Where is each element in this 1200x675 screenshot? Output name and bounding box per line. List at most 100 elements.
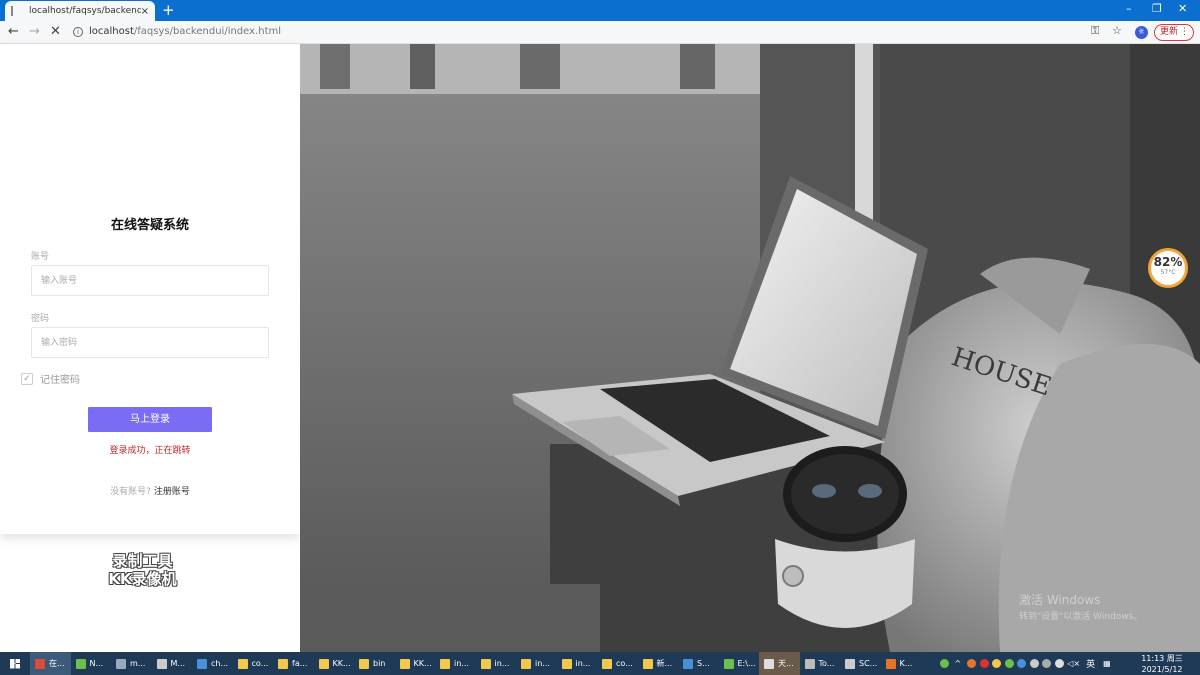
tray-app-icon[interactable] (1017, 659, 1027, 668)
tray-expand-icon[interactable]: ^ (955, 659, 962, 668)
input-grid-icon[interactable]: ▦ (1103, 659, 1111, 668)
taskbar-app-icon (885, 658, 896, 669)
activation-title: 激活 Windows (1019, 593, 1101, 607)
windows-activation-watermark: 激活 Windows 转到"设置"以激活 Windows。 (1019, 591, 1142, 622)
taskbar-item-label: K... (899, 659, 913, 668)
taskbar-item[interactable]: 在... (30, 652, 71, 675)
taskbar-app-icon (399, 658, 410, 669)
taskbar-item[interactable]: N... (71, 652, 112, 675)
wifi-icon[interactable] (1054, 659, 1064, 668)
taskbar-item[interactable]: m... (111, 652, 152, 675)
taskbar-item-label: ch... (211, 659, 229, 668)
url-host: localhost (89, 26, 134, 37)
url-path: /faqsys/backendui/index.html (133, 26, 282, 37)
account-label: 账号 (31, 252, 50, 262)
taskbar-item[interactable]: M... (152, 652, 193, 675)
taskbar-item[interactable]: 天... (759, 652, 800, 675)
tab-close-icon[interactable]: × (141, 6, 149, 17)
profile-avatar[interactable]: 张 (1135, 26, 1148, 39)
login-card: 在线答疑系统 账号 密码 ✓ 记住密码 马上登录 登录成功，正在跳转 没有账号?… (0, 44, 300, 534)
tray-app-icon[interactable] (979, 659, 989, 668)
taskbar-app-icon (237, 658, 248, 669)
remember-password[interactable]: ✓ 记住密码 (21, 371, 80, 386)
system-monitor-gauge[interactable]: 82% 57°C (1148, 248, 1188, 288)
taskbar-item[interactable]: SC... (840, 652, 881, 675)
tray-app-icon[interactable] (1004, 659, 1014, 668)
login-panel-area: 在线答疑系统 账号 密码 ✓ 记住密码 马上登录 登录成功，正在跳转 没有账号?… (0, 44, 300, 652)
taskbar-item-label: fa... (292, 659, 308, 668)
taskbar-item[interactable]: KK... (395, 652, 436, 675)
taskbar-item[interactable]: E:\... (719, 652, 760, 675)
restore-icon[interactable]: ❐ (1152, 2, 1162, 15)
register-link[interactable]: 注册账号 (154, 487, 190, 497)
taskbar-item-label: E:\... (737, 659, 756, 668)
url-field[interactable]: i localhost/faqsys/backendui/index.html (73, 26, 281, 37)
taskbar-item-label: 新... (656, 659, 673, 668)
taskbar-app-icon (318, 658, 329, 669)
input-method-indicator[interactable]: 英 (1086, 657, 1095, 670)
new-tab-button[interactable]: + (162, 2, 175, 18)
taskbar-app-icon (116, 658, 126, 669)
browser-update-button[interactable]: 更新 ⋮ (1154, 24, 1194, 41)
bookmark-star-icon[interactable]: ☆ (1112, 24, 1122, 37)
taskbar-item[interactable]: in... (516, 652, 557, 675)
checkmark-icon[interactable]: ✓ (21, 372, 33, 385)
browser-tab-bar: localhost/faqsys/backendui/in × + – ❐ ✕ (0, 0, 1200, 21)
taskbar-item[interactable]: fa... (273, 652, 314, 675)
taskbar-item-label: To... (818, 659, 835, 668)
taskbar-item-label: co... (616, 659, 633, 668)
tray-app-icon[interactable] (967, 659, 977, 668)
taskbar-item[interactable]: S... (678, 652, 719, 675)
taskbar-item[interactable]: KK... (314, 652, 355, 675)
minimize-icon[interactable]: – (1126, 2, 1132, 15)
password-input[interactable] (31, 327, 269, 358)
taskbar-item[interactable]: K... (881, 652, 922, 675)
browser-tab[interactable]: localhost/faqsys/backendui/in × (5, 1, 155, 21)
taskbar-item-label: KK... (413, 659, 432, 668)
windows-start-icon[interactable] (0, 652, 30, 675)
taskbar-app-icon (683, 658, 693, 669)
taskbar-item-label: co... (251, 659, 269, 668)
taskbar-item-label: N... (89, 659, 104, 668)
gauge-percent: 82% (1153, 255, 1183, 269)
taskbar-item-label: in... (454, 659, 469, 668)
taskbar-item[interactable]: bin (354, 652, 395, 675)
gauge-temperature: 57°C (1160, 269, 1176, 276)
taskbar-item[interactable]: in... (435, 652, 476, 675)
network-icon[interactable] (1042, 659, 1052, 668)
taskbar-item-label: M... (170, 659, 186, 668)
taskbar-item[interactable]: co... (597, 652, 638, 675)
taskbar-item-label: 天... (778, 659, 794, 668)
window-close-icon[interactable]: ✕ (1178, 2, 1187, 15)
taskbar-item[interactable]: in... (557, 652, 598, 675)
taskbar-app-icon (804, 658, 815, 669)
stop-loading-icon[interactable]: ✕ (50, 24, 61, 39)
taskbar-item-label: SC... (859, 659, 878, 668)
background-photo: HOUSE (300, 44, 1200, 652)
account-input[interactable] (31, 265, 269, 296)
taskbar-app-icon (440, 658, 450, 669)
taskbar-app-icon (197, 658, 207, 669)
taskbar-app-icon (642, 658, 653, 669)
tray-app-icon[interactable] (940, 659, 949, 668)
register-prompt: 没有账号? 注册账号 (0, 484, 300, 497)
recorder-watermark-line2: KK录像机 (108, 570, 177, 588)
taskbar-item[interactable]: ch... (192, 652, 233, 675)
taskbar-item[interactable]: co... (233, 652, 274, 675)
taskbar-item[interactable]: To... (800, 652, 841, 675)
page-title: 在线答疑系统 (110, 218, 189, 233)
volume-icon[interactable]: ◁× (1067, 659, 1080, 668)
site-info-icon[interactable]: i (73, 26, 83, 37)
login-button[interactable]: 马上登录 (88, 407, 212, 432)
taskbar-item[interactable]: 新... (638, 652, 679, 675)
taskbar-item[interactable]: in... (476, 652, 517, 675)
tray-app-icon[interactable] (992, 659, 1002, 668)
taskbar-clock[interactable]: 11:13 周三 2021/5/12 (1138, 652, 1186, 675)
clock-date: 2021/5/12 (1141, 665, 1183, 674)
key-icon[interactable]: ⚿ (1091, 24, 1099, 38)
tray-app-icon[interactable] (1029, 659, 1039, 668)
remember-label: 记住密码 (40, 375, 80, 386)
forward-icon[interactable]: → (29, 24, 40, 39)
taskbar-app-icon (359, 658, 369, 669)
back-icon[interactable]: ← (8, 24, 19, 39)
